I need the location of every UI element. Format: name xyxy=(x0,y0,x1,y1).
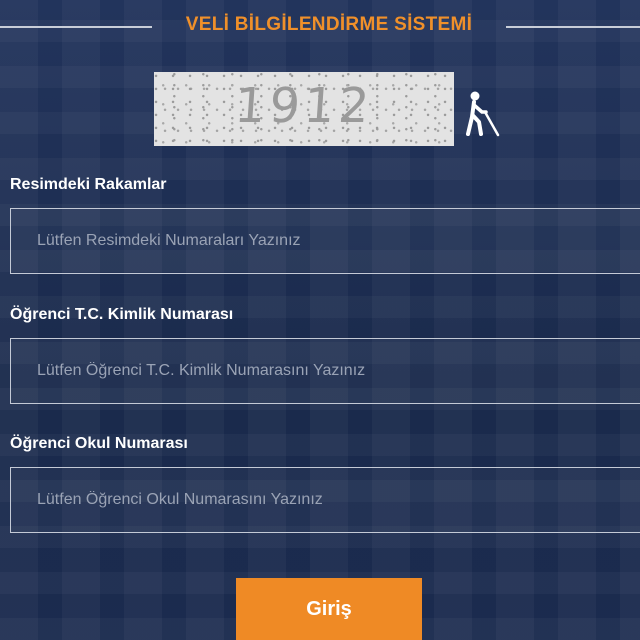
captcha-field-label: Resimdeki Rakamlar xyxy=(10,176,167,193)
tc-id-input[interactable] xyxy=(10,338,640,404)
tc-id-field-label: Öğrenci T.C. Kimlik Numarası xyxy=(10,306,234,323)
page-header: VELİ BİLGİLENDİRME SİSTEMİ xyxy=(0,10,640,40)
login-button[interactable]: Giriş xyxy=(236,578,422,640)
captcha-code: 1912 xyxy=(232,78,376,134)
captcha-image: 1912 xyxy=(154,72,454,146)
accessibility-icon[interactable] xyxy=(462,90,500,138)
captcha-input[interactable] xyxy=(10,208,640,274)
school-number-input[interactable] xyxy=(10,467,640,533)
login-panel: VELİ BİLGİLENDİRME SİSTEMİ 1912 Resimdek… xyxy=(0,0,640,640)
school-number-field-label: Öğrenci Okul Numarası xyxy=(10,435,188,452)
header-divider-left xyxy=(0,26,152,28)
page-title: VELİ BİLGİLENDİRME SİSTEMİ xyxy=(185,14,473,35)
header-divider-right xyxy=(506,26,640,28)
